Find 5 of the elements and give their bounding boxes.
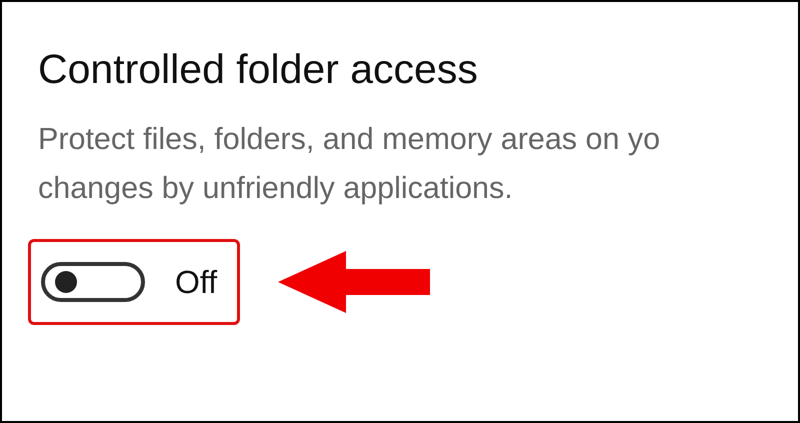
description-line: Protect files, folders, and memory areas on yo bbox=[38, 121, 660, 158]
toggle-switch[interactable] bbox=[41, 262, 145, 302]
toggle-label: Off bbox=[175, 264, 218, 300]
description-line: changes by unfriendly applications. bbox=[38, 170, 513, 207]
section-title: Controlled folder access bbox=[38, 46, 478, 93]
